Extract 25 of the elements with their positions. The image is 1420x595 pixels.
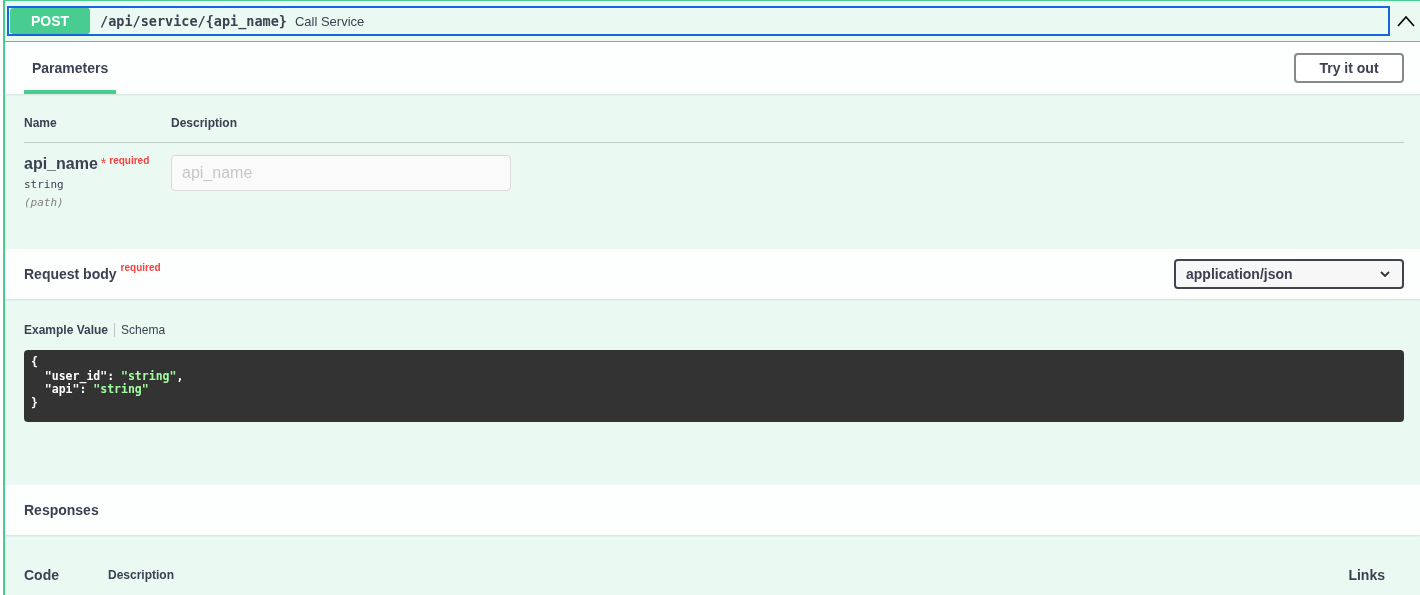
required-asterisk: *	[100, 155, 107, 171]
operation-summary-bar[interactable]: POST /api/service/{api_name} Call Service	[7, 6, 1390, 36]
column-header: Description	[108, 568, 175, 582]
method-badge: POST	[10, 8, 90, 34]
parameter-type: string	[24, 178, 65, 191]
chevron-icon[interactable]	[1396, 15, 1416, 27]
try-it-out-button[interactable]: Try it out	[1294, 53, 1404, 83]
caret-icon	[1380, 271, 1390, 277]
column-header: Name	[24, 116, 58, 130]
code-block: { "user_id": "string", "api": "string" }	[24, 350, 1404, 422]
required-label: required	[120, 262, 161, 273]
column-header: Code	[24, 567, 60, 583]
section-title: Responses	[24, 502, 99, 518]
section-title: Request body	[24, 266, 117, 282]
example-value-tab[interactable]: Example Value	[24, 323, 109, 337]
column-header: Links	[1348, 567, 1385, 583]
required-label: required	[109, 155, 150, 166]
column-header: Description	[171, 116, 237, 130]
parameters-tab[interactable]: Parameters	[24, 42, 117, 94]
content-type-dropdown[interactable]: application/json	[1174, 259, 1404, 289]
schema-tab[interactable]: Schema	[121, 323, 166, 337]
parameter-location: (path)	[24, 196, 65, 209]
endpoint-path: /api/service/{api_name}	[100, 13, 287, 29]
endpoint-summary: Call Service	[294, 13, 365, 29]
parameter-name: api_name	[24, 155, 98, 173]
